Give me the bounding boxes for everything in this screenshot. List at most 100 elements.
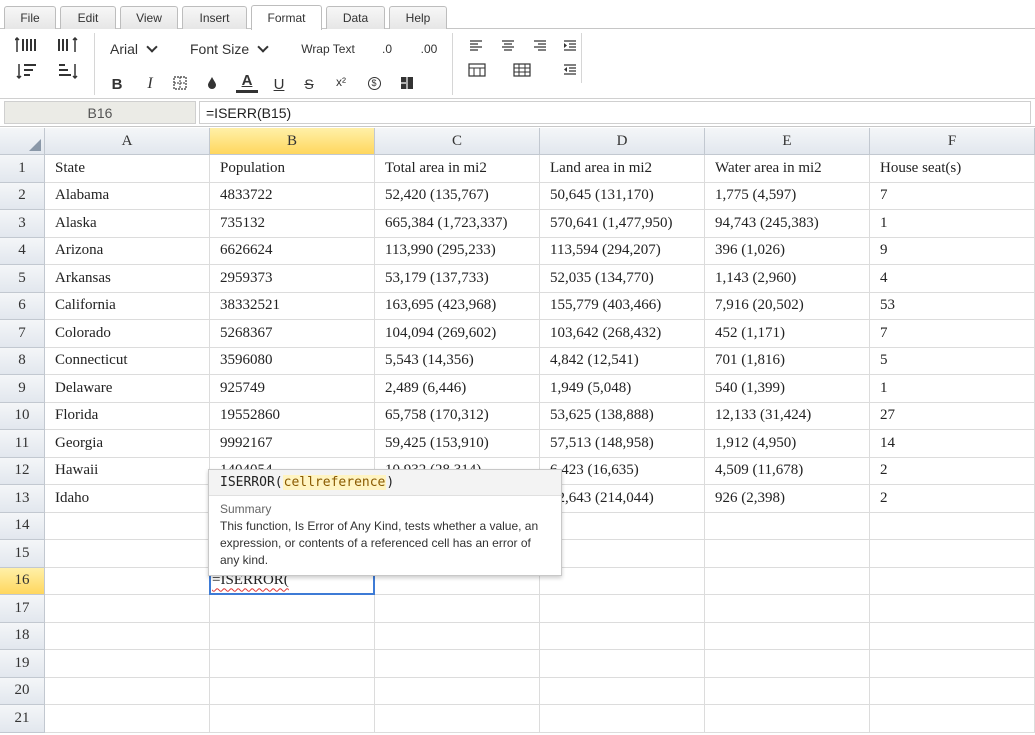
cell-b11[interactable]: 9992167 xyxy=(210,430,375,458)
cell-e4[interactable]: 396 (1,026) xyxy=(705,237,870,265)
column-header-f[interactable]: F xyxy=(870,128,1035,155)
sort-descending-icon[interactable] xyxy=(56,61,80,81)
row-header-13[interactable]: 13 xyxy=(0,485,45,513)
wrap-text-button[interactable]: Wrap Text xyxy=(296,38,360,60)
cell-f11[interactable]: 14 xyxy=(870,430,1035,458)
cell-b8[interactable]: 3596080 xyxy=(210,347,375,375)
cell-d10[interactable]: 53,625 (138,888) xyxy=(540,402,705,430)
align-center-icon[interactable] xyxy=(498,37,518,55)
cell-e12[interactable]: 4,509 (11,678) xyxy=(705,457,870,485)
cell-b4[interactable]: 6626624 xyxy=(210,237,375,265)
decrease-decimal-button[interactable]: .0 xyxy=(376,38,398,60)
cell-f15[interactable] xyxy=(870,540,1035,568)
cell-b10[interactable]: 19552860 xyxy=(210,402,375,430)
row-header-21[interactable]: 21 xyxy=(0,705,45,733)
cell-d13[interactable]: 82,643 (214,044) xyxy=(540,485,705,513)
column-header-c[interactable]: C xyxy=(375,128,540,155)
cell-c1[interactable]: Total area in mi2 xyxy=(375,155,540,183)
row-header-7[interactable]: 7 xyxy=(0,320,45,348)
cell-e6[interactable]: 7,916 (20,502) xyxy=(705,292,870,320)
merge-cells-icon[interactable] xyxy=(397,73,417,93)
cell-b20[interactable] xyxy=(210,677,375,705)
cell-c20[interactable] xyxy=(375,677,540,705)
cell-f16[interactable] xyxy=(870,567,1035,595)
column-header-e[interactable]: E xyxy=(705,128,870,155)
tab-view[interactable]: View xyxy=(120,6,178,29)
cell-d14[interactable] xyxy=(540,512,705,540)
cell-a10[interactable]: Florida xyxy=(45,402,210,430)
cell-e13[interactable]: 926 (2,398) xyxy=(705,485,870,513)
cell-d11[interactable]: 57,513 (148,958) xyxy=(540,430,705,458)
cell-e17[interactable] xyxy=(705,595,870,623)
tab-data[interactable]: Data xyxy=(326,6,385,29)
bold-button[interactable]: B xyxy=(108,73,126,95)
cell-d9[interactable]: 1,949 (5,048) xyxy=(540,375,705,403)
cell-f4[interactable]: 9 xyxy=(870,237,1035,265)
cell-e5[interactable]: 1,143 (2,960) xyxy=(705,265,870,293)
table-insert-icon[interactable] xyxy=(511,61,533,79)
cell-c19[interactable] xyxy=(375,650,540,678)
cell-b18[interactable] xyxy=(210,622,375,650)
font-name-dropdown[interactable]: Arial xyxy=(110,38,170,60)
cell-a6[interactable]: California xyxy=(45,292,210,320)
cell-e19[interactable] xyxy=(705,650,870,678)
cell-c4[interactable]: 113,990 (295,233) xyxy=(375,237,540,265)
cell-a7[interactable]: Colorado xyxy=(45,320,210,348)
cell-d1[interactable]: Land area in mi2 xyxy=(540,155,705,183)
cell-c5[interactable]: 53,179 (137,733) xyxy=(375,265,540,293)
row-header-17[interactable]: 17 xyxy=(0,595,45,623)
font-color-button[interactable]: A xyxy=(236,67,258,97)
row-header-10[interactable]: 10 xyxy=(0,402,45,430)
row-header-19[interactable]: 19 xyxy=(0,650,45,678)
cell-b3[interactable]: 735132 xyxy=(210,210,375,238)
cell-f3[interactable]: 1 xyxy=(870,210,1035,238)
cell-e16[interactable] xyxy=(705,567,870,595)
cell-f1[interactable]: House seat(s) xyxy=(870,155,1035,183)
cell-a20[interactable] xyxy=(45,677,210,705)
cell-e14[interactable] xyxy=(705,512,870,540)
align-left-icon[interactable] xyxy=(466,37,486,55)
cell-d6[interactable]: 155,779 (403,466) xyxy=(540,292,705,320)
cell-d19[interactable] xyxy=(540,650,705,678)
tab-help[interactable]: Help xyxy=(389,6,447,29)
cell-b21[interactable] xyxy=(210,705,375,733)
row-header-3[interactable]: 3 xyxy=(0,210,45,238)
cell-b9[interactable]: 925749 xyxy=(210,375,375,403)
cell-d18[interactable] xyxy=(540,622,705,650)
cell-f20[interactable] xyxy=(870,677,1035,705)
function-signature[interactable]: ISERROR(cellreference) xyxy=(209,470,561,496)
column-header-a[interactable]: A xyxy=(45,128,210,155)
cell-c11[interactable]: 59,425 (153,910) xyxy=(375,430,540,458)
row-header-14[interactable]: 14 xyxy=(0,512,45,540)
cell-d15[interactable] xyxy=(540,540,705,568)
cell-e15[interactable] xyxy=(705,540,870,568)
cell-d7[interactable]: 103,642 (268,432) xyxy=(540,320,705,348)
cell-a12[interactable]: Hawaii xyxy=(45,457,210,485)
column-header-d[interactable]: D xyxy=(540,128,705,155)
cell-a17[interactable] xyxy=(45,595,210,623)
cell-c8[interactable]: 5,543 (14,356) xyxy=(375,347,540,375)
insert-column-icon[interactable] xyxy=(56,35,80,55)
cell-d3[interactable]: 570,641 (1,477,950) xyxy=(540,210,705,238)
row-header-16[interactable]: 16 xyxy=(0,567,45,595)
row-header-18[interactable]: 18 xyxy=(0,622,45,650)
cell-b19[interactable] xyxy=(210,650,375,678)
increase-decimal-button[interactable]: .00 xyxy=(416,38,442,60)
cell-e20[interactable] xyxy=(705,677,870,705)
cell-d12[interactable]: 6,423 (16,635) xyxy=(540,457,705,485)
currency-format-button[interactable]: $ xyxy=(364,73,384,93)
row-header-5[interactable]: 5 xyxy=(0,265,45,293)
cell-a18[interactable] xyxy=(45,622,210,650)
cell-e21[interactable] xyxy=(705,705,870,733)
cell-f5[interactable]: 4 xyxy=(870,265,1035,293)
cell-c10[interactable]: 65,758 (170,312) xyxy=(375,402,540,430)
cell-b5[interactable]: 2959373 xyxy=(210,265,375,293)
cell-d21[interactable] xyxy=(540,705,705,733)
cell-a3[interactable]: Alaska xyxy=(45,210,210,238)
cell-d5[interactable]: 52,035 (134,770) xyxy=(540,265,705,293)
cell-d8[interactable]: 4,842 (12,541) xyxy=(540,347,705,375)
align-right-icon[interactable] xyxy=(530,37,550,55)
row-header-8[interactable]: 8 xyxy=(0,347,45,375)
cell-a9[interactable]: Delaware xyxy=(45,375,210,403)
tab-format[interactable]: Format xyxy=(251,5,322,30)
